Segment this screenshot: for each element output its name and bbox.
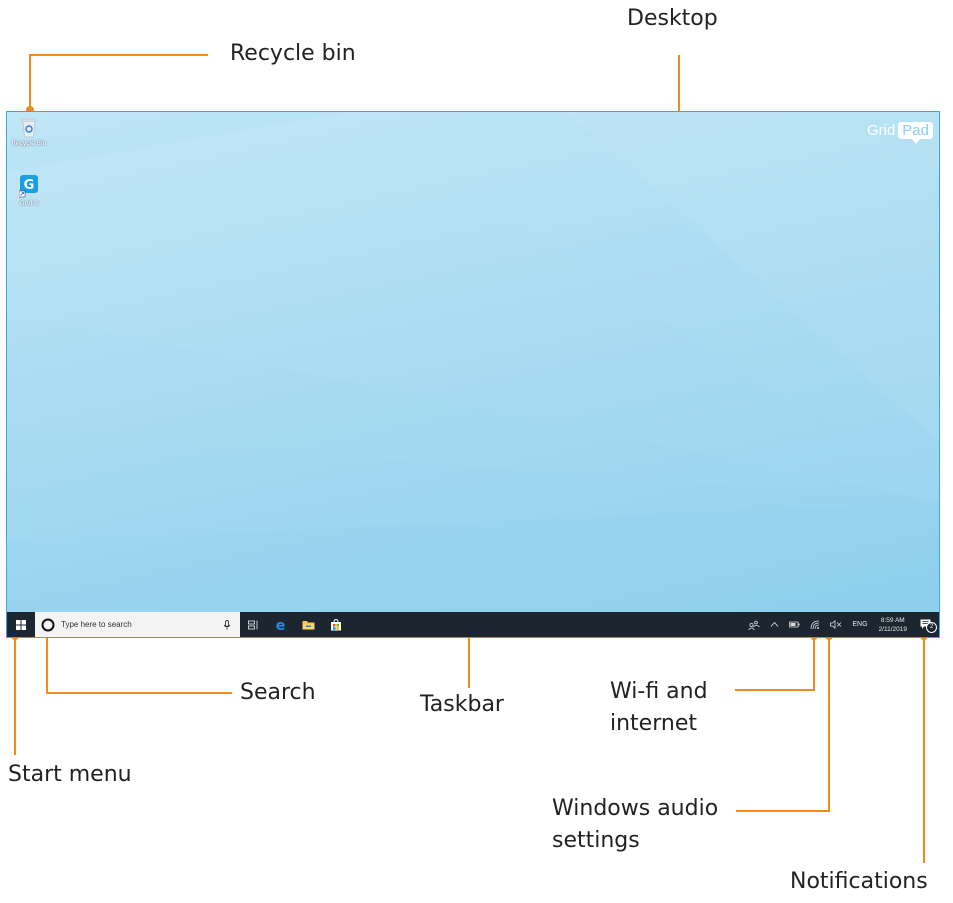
callout-desktop: Desktop	[627, 6, 718, 31]
store-button[interactable]	[322, 612, 350, 637]
desktop-screen[interactable]: Recycle Bin G Grid 3 Grid Pad Type here …	[6, 111, 940, 638]
brand-grid: Grid	[866, 122, 896, 139]
grid3-label: Grid 3	[19, 200, 39, 207]
callout-wifi: Wi-fi and internet	[610, 679, 708, 736]
clock[interactable]: 8:59 AM 2/11/2019	[879, 616, 907, 634]
callout-start-menu: Start menu	[8, 762, 132, 787]
edge-browser-icon: e	[275, 618, 285, 631]
search-line	[46, 630, 232, 694]
chevron-up-icon[interactable]	[770, 621, 779, 628]
recycle-bin-icon	[21, 118, 37, 138]
desktop-icon-recycle-bin[interactable]: Recycle Bin	[7, 116, 51, 147]
wallpaper	[7, 112, 939, 542]
microphone-icon[interactable]	[222, 619, 232, 630]
notification-count-badge: 2	[926, 622, 937, 633]
clock-date: 2/11/2019	[878, 625, 907, 633]
task-view-icon	[247, 620, 257, 629]
task-view-button[interactable]	[240, 612, 266, 637]
search-box[interactable]: Type here to search	[35, 612, 240, 637]
callout-recycle-bin: Recycle bin	[230, 41, 356, 66]
wifi-line	[735, 636, 815, 691]
speaker-muted-icon[interactable]	[830, 620, 842, 629]
system-tray: ENG 8:59 AM 2/11/2019 2	[743, 612, 939, 637]
search-placeholder: Type here to search	[61, 620, 132, 629]
wifi-icon[interactable]	[810, 620, 820, 630]
clock-time: 8:59 AM	[880, 616, 905, 624]
svg-text:G: G	[24, 178, 35, 193]
desktop-icon-grid3[interactable]: G Grid 3	[7, 174, 51, 207]
edge-button[interactable]: e	[266, 612, 294, 637]
brand-pad: Pad	[898, 122, 933, 144]
gridpad-logo: Grid Pad	[866, 122, 933, 144]
language-indicator[interactable]: ENG	[852, 621, 867, 628]
recycle-bin-line	[29, 54, 208, 110]
cortana-icon	[41, 618, 55, 631]
people-icon[interactable]	[748, 620, 761, 630]
callout-audio: Windows audio settings	[552, 796, 719, 853]
audio-line	[736, 636, 830, 812]
folder-icon	[302, 621, 314, 630]
taskbar[interactable]: Type here to search e ENG 8:59 AM 2/11/2…	[7, 612, 939, 637]
callout-search: Search	[240, 680, 316, 705]
windows-logo-icon	[16, 619, 26, 630]
callout-notifications: Notifications	[790, 869, 928, 894]
battery-icon[interactable]	[789, 621, 800, 628]
file-explorer-button[interactable]	[294, 612, 322, 637]
start-button[interactable]	[7, 612, 35, 637]
recycle-bin-label: Recycle Bin	[11, 140, 47, 147]
store-bag-icon	[331, 618, 341, 630]
svg-text:e: e	[275, 618, 285, 631]
notifications-button[interactable]: 2	[913, 612, 939, 637]
grid3-app-icon: G	[19, 175, 38, 198]
callout-taskbar: Taskbar	[420, 692, 504, 717]
